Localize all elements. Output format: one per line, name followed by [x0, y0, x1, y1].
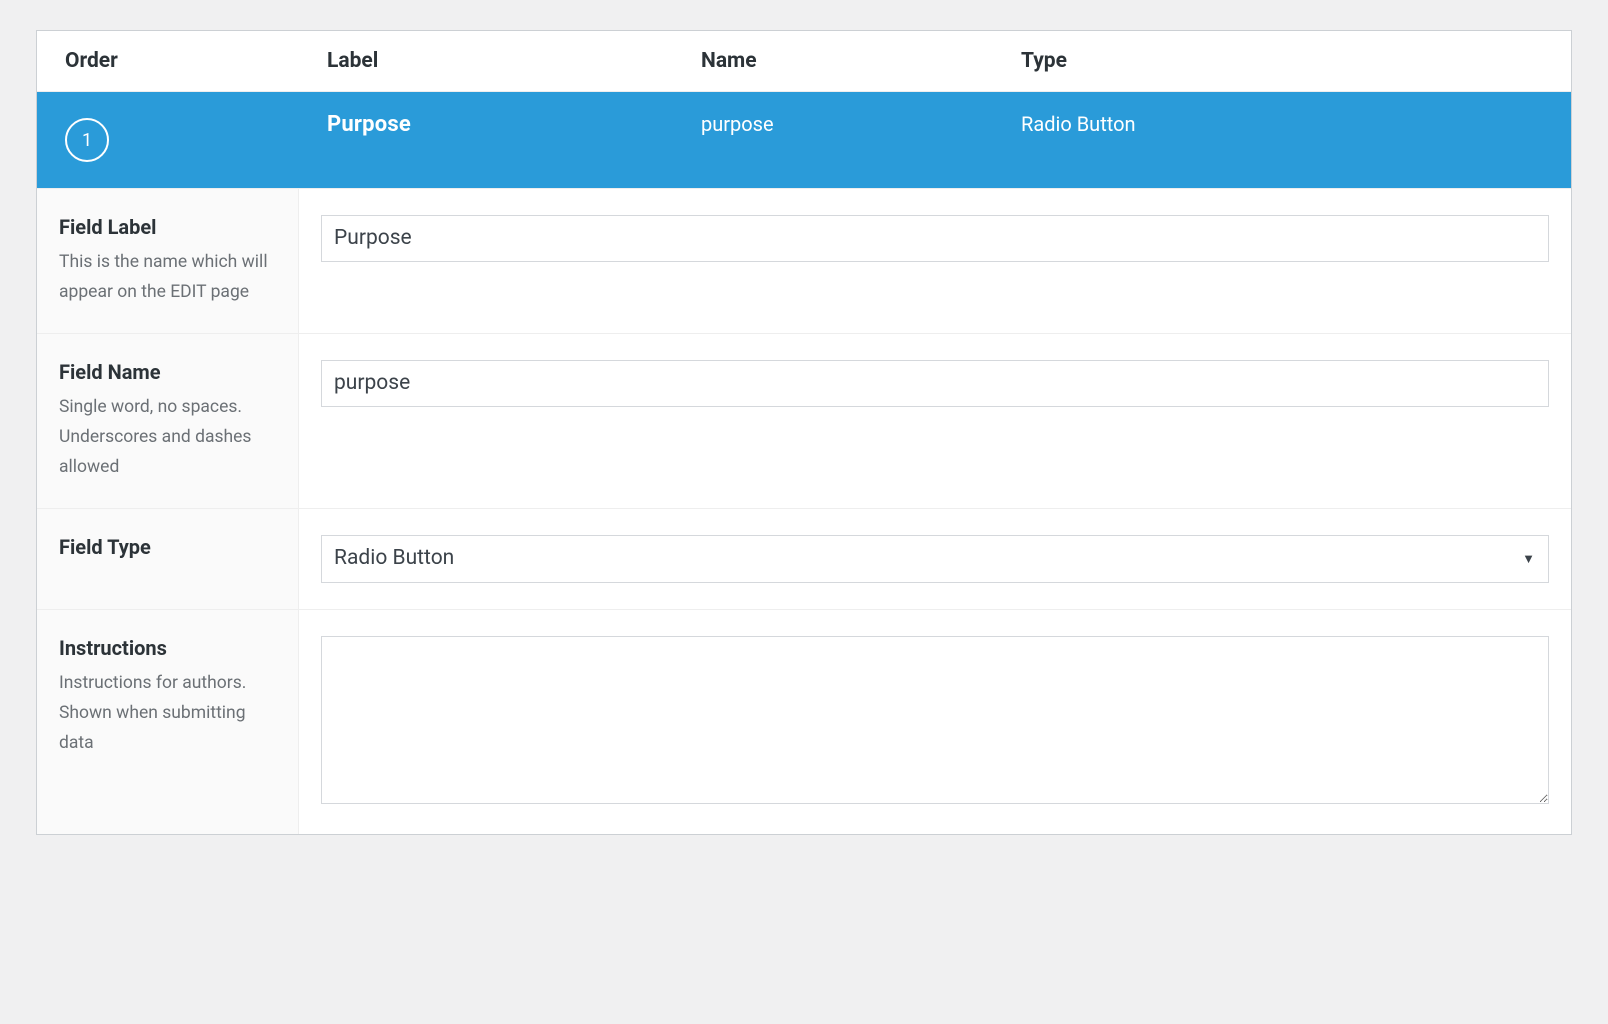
- field-type-select-wrap: Radio Button: [321, 535, 1549, 582]
- header-order: Order: [37, 31, 299, 91]
- config-desc: Instructions for authors. Shown when sub…: [59, 668, 276, 758]
- table-header-row: Order Label Name Type: [37, 31, 1571, 92]
- field-name-input[interactable]: [321, 360, 1549, 407]
- field-row-label: Purpose: [299, 92, 673, 188]
- header-name: Name: [673, 31, 993, 91]
- config-input-col: [299, 189, 1571, 333]
- field-type-select[interactable]: Radio Button: [321, 535, 1549, 582]
- field-row-order: 1: [37, 92, 299, 188]
- config-input-col: Radio Button: [299, 509, 1571, 608]
- instructions-textarea[interactable]: [321, 636, 1549, 804]
- field-row-type: Radio Button: [993, 92, 1571, 188]
- config-label-col: Field Name Single word, no spaces. Under…: [37, 334, 299, 508]
- config-row-field-label: Field Label This is the name which will …: [37, 188, 1571, 333]
- config-row-field-name: Field Name Single word, no spaces. Under…: [37, 333, 1571, 508]
- header-type: Type: [993, 31, 1571, 91]
- config-title: Instructions: [59, 636, 276, 660]
- field-label-input[interactable]: [321, 215, 1549, 262]
- field-row-active[interactable]: 1 Purpose purpose Radio Button: [37, 92, 1571, 188]
- config-desc: This is the name which will appear on th…: [59, 247, 276, 307]
- config-row-field-type: Field Type Radio Button: [37, 508, 1571, 608]
- config-row-instructions: Instructions Instructions for authors. S…: [37, 609, 1571, 834]
- order-badge: 1: [65, 118, 109, 162]
- config-title: Field Type: [59, 535, 276, 559]
- config-title: Field Label: [59, 215, 276, 239]
- config-title: Field Name: [59, 360, 276, 384]
- config-input-col: [299, 610, 1571, 834]
- header-label: Label: [299, 31, 673, 91]
- config-label-col: Field Label This is the name which will …: [37, 189, 299, 333]
- field-group-panel: Order Label Name Type 1 Purpose purpose …: [36, 30, 1572, 835]
- config-label-col: Field Type: [37, 509, 299, 608]
- config-desc: Single word, no spaces. Underscores and …: [59, 392, 276, 482]
- field-row-name: purpose: [673, 92, 993, 188]
- config-label-col: Instructions Instructions for authors. S…: [37, 610, 299, 834]
- config-input-col: [299, 334, 1571, 508]
